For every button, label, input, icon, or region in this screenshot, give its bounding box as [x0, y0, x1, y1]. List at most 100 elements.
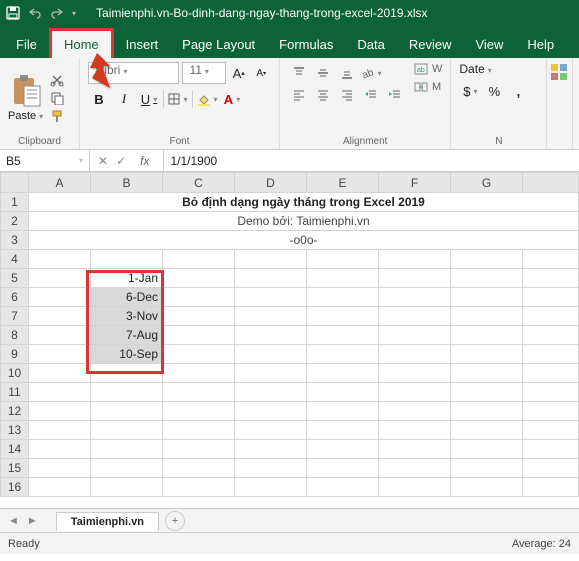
font-size-select[interactable]: 11	[182, 62, 225, 84]
prev-sheet-icon[interactable]: ◄	[8, 515, 19, 527]
row-header[interactable]: 4	[1, 250, 29, 269]
font-color-icon[interactable]: A	[221, 88, 243, 110]
cancel-icon[interactable]: ✕	[98, 154, 108, 168]
tab-view[interactable]: View	[463, 31, 515, 58]
alignment-label: Alignment	[288, 134, 442, 147]
sheet-tab[interactable]: Taimienphi.vn	[56, 512, 159, 531]
row-header[interactable]: 7	[1, 307, 29, 326]
row-header[interactable]: 14	[1, 440, 29, 459]
row-header[interactable]: 9	[1, 345, 29, 364]
align-bottom-icon[interactable]	[336, 62, 358, 84]
fx-icon[interactable]: fx	[134, 154, 155, 168]
row-header[interactable]: 6	[1, 288, 29, 307]
fill-color-icon[interactable]	[196, 88, 218, 110]
cell-b9[interactable]: 10-Sep	[91, 345, 163, 364]
select-all-corner[interactable]	[1, 173, 29, 193]
annotation-arrow-icon	[62, 48, 122, 108]
border-icon[interactable]	[167, 88, 189, 110]
cell-b5[interactable]: 1-Jan	[91, 269, 163, 288]
row-header[interactable]: 11	[1, 383, 29, 402]
redo-icon[interactable]	[50, 7, 64, 19]
row-header[interactable]: 15	[1, 459, 29, 478]
cell-b8[interactable]: 7-Aug	[91, 326, 163, 345]
cell-subtitle[interactable]: Demo bởi: Taimienphi.vn	[29, 212, 579, 231]
col-header[interactable]: E	[307, 173, 379, 193]
paste-icon[interactable]	[10, 74, 42, 108]
tab-formulas[interactable]: Formulas	[267, 31, 345, 58]
enter-icon[interactable]: ✓	[116, 154, 126, 168]
window-title: Taimienphi.vn-Bo-dinh-dang-ngay-thang-tr…	[96, 6, 573, 20]
conditional-formatting-icon[interactable]	[549, 62, 570, 85]
cell-b6[interactable]: 6-Dec	[91, 288, 163, 307]
col-header[interactable]	[523, 173, 579, 193]
col-header[interactable]: A	[29, 173, 91, 193]
row-header[interactable]: 5	[1, 269, 29, 288]
align-middle-icon[interactable]	[312, 62, 334, 84]
row-header[interactable]: 3	[1, 231, 29, 250]
next-sheet-icon[interactable]: ►	[27, 515, 38, 527]
name-box-value: B5	[6, 154, 21, 168]
percent-icon[interactable]: %	[483, 80, 505, 102]
quick-access-toolbar: ▾	[6, 6, 76, 20]
currency-icon[interactable]: $	[459, 80, 481, 102]
orientation-icon[interactable]: ab	[360, 62, 382, 84]
formula-bar: B5 ▾ ✕ ✓ fx 1/1/1900	[0, 150, 579, 172]
number-format-select[interactable]: Date	[459, 62, 538, 76]
wrap-text-button[interactable]: abW	[414, 62, 442, 76]
tab-data[interactable]: Data	[345, 31, 396, 58]
increase-font-icon[interactable]: A▴	[229, 62, 249, 84]
cell-b7[interactable]: 3-Nov	[91, 307, 163, 326]
clipboard-label: Clipboard	[8, 134, 71, 147]
qat-dropdown-icon[interactable]: ▾	[72, 9, 76, 18]
decrease-indent-icon[interactable]	[360, 84, 382, 106]
tab-review[interactable]: Review	[397, 31, 464, 58]
col-header[interactable]: F	[379, 173, 451, 193]
row-header[interactable]: 13	[1, 421, 29, 440]
merge-center-button[interactable]: M	[414, 80, 442, 94]
name-box[interactable]: B5 ▾	[0, 150, 90, 171]
align-center-icon[interactable]	[312, 84, 334, 106]
status-average: Average: 24	[512, 538, 571, 550]
row-header[interactable]: 16	[1, 478, 29, 497]
worksheet[interactable]: A B C D E F G 1Bỏ định dạng ngày tháng t…	[0, 172, 579, 508]
increase-indent-icon[interactable]	[384, 84, 406, 106]
col-header[interactable]: D	[235, 173, 307, 193]
svg-text:ab: ab	[417, 67, 425, 74]
cell-title[interactable]: Bỏ định dạng ngày tháng trong Excel 2019	[29, 193, 579, 212]
svg-text:ab: ab	[361, 67, 374, 80]
row-header[interactable]: 12	[1, 402, 29, 421]
status-bar: Ready Average: 24	[0, 532, 579, 554]
col-header[interactable]: C	[163, 173, 235, 193]
tab-help[interactable]: Help	[515, 31, 566, 58]
formula-input[interactable]: 1/1/1900	[164, 154, 579, 168]
font-label: Font	[88, 134, 271, 147]
format-painter-icon[interactable]	[47, 108, 67, 124]
group-number: Date $ % , N	[451, 58, 547, 149]
tab-file[interactable]: File	[4, 31, 49, 58]
comma-icon[interactable]: ,	[507, 80, 529, 102]
decrease-font-icon[interactable]: A▾	[251, 62, 271, 84]
separator	[163, 90, 164, 108]
undo-icon[interactable]	[28, 7, 42, 19]
sheet-tab-bar: ◄ ► Taimienphi.vn +	[0, 508, 579, 532]
namebox-dropdown-icon[interactable]: ▾	[79, 156, 83, 165]
row-header[interactable]: 1	[1, 193, 29, 212]
save-icon[interactable]	[6, 6, 20, 20]
cell-divider[interactable]: -o0o-	[29, 231, 579, 250]
add-sheet-button[interactable]: +	[165, 511, 185, 531]
title-bar: ▾ Taimienphi.vn-Bo-dinh-dang-ngay-thang-…	[0, 0, 579, 26]
group-alignment: ab abW M Alignment	[280, 58, 451, 149]
col-header[interactable]: G	[451, 173, 523, 193]
col-header[interactable]: B	[91, 173, 163, 193]
align-right-icon[interactable]	[336, 84, 358, 106]
tab-page-layout[interactable]: Page Layout	[170, 31, 267, 58]
align-left-icon[interactable]	[288, 84, 310, 106]
row-header[interactable]: 8	[1, 326, 29, 345]
number-label: N	[459, 134, 538, 147]
paste-label[interactable]: Paste	[8, 110, 43, 122]
tab-insert[interactable]: Insert	[114, 31, 171, 58]
row-header[interactable]: 2	[1, 212, 29, 231]
align-top-icon[interactable]	[288, 62, 310, 84]
row-header[interactable]: 10	[1, 364, 29, 383]
underline-button[interactable]: U	[138, 88, 160, 110]
